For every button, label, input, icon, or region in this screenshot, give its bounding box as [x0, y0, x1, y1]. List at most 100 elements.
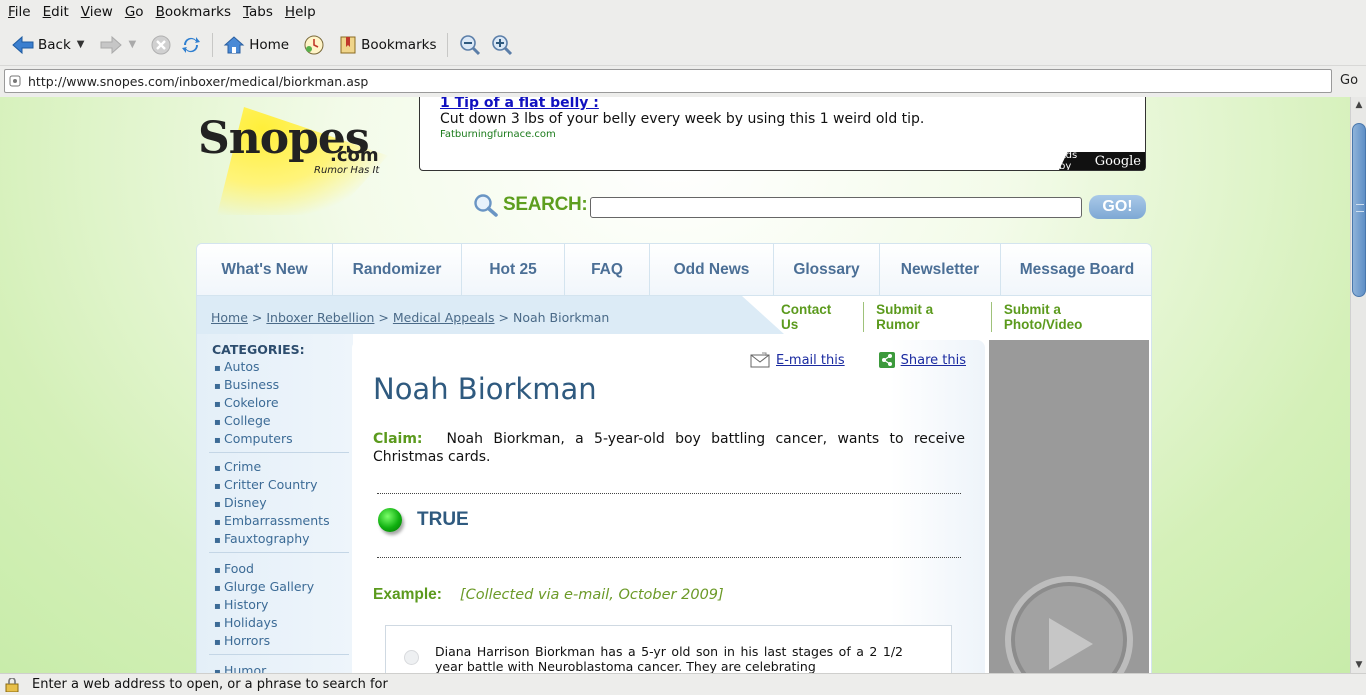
category-horrors[interactable]: Horrors [214, 632, 314, 650]
ad-url-link[interactable]: Fatburningfurnace.com [440, 129, 556, 140]
breadcrumb-home[interactable]: Home [211, 310, 248, 325]
category-holidays[interactable]: Holidays [214, 614, 314, 632]
category-crime[interactable]: Crime [214, 458, 330, 476]
main-content-wrapper: What's New Randomizer Hot 25 FAQ Odd New… [196, 243, 1152, 673]
claim-block: Claim: Noah Biorkman, a 5-year-old boy ba… [373, 430, 965, 466]
stop-button[interactable] [146, 29, 176, 61]
menu-go-accesskey: G [124, 4, 136, 20]
logo-dotcom: .com [330, 145, 379, 166]
tab-newsletter[interactable]: Newsletter [880, 244, 1001, 296]
bookmarks-button[interactable]: Bookmarks [335, 29, 440, 61]
ad-title-link[interactable]: 1 Tip of a flat belly : [440, 97, 599, 111]
navigation-toolbar: Back ▼ ▼ Home Bookmarks [0, 24, 1366, 66]
utility-links: Contact Us Submit a Rumor Submit a Photo… [777, 302, 1151, 332]
reload-button[interactable] [176, 29, 206, 61]
go-button[interactable]: Go [1340, 73, 1358, 88]
category-embarrassments[interactable]: Embarrassments [214, 512, 330, 530]
category-disney[interactable]: Disney [214, 494, 330, 512]
back-arrow-icon [12, 35, 34, 54]
submit-rumor-link[interactable]: Submit a Rumor [864, 302, 992, 332]
menu-edit[interactable]: Edit [37, 4, 75, 20]
category-autos[interactable]: Autos [214, 358, 293, 376]
zoom-in-button[interactable] [486, 29, 518, 61]
snopes-logo[interactable]: Snopes .com Rumor Has It [196, 97, 418, 215]
menu-bookmarks-accesskey: B [155, 4, 165, 20]
url-input[interactable] [28, 73, 1308, 89]
vertical-scrollbar[interactable]: ▲ ▼ [1350, 97, 1366, 673]
scrollbar-thumb[interactable] [1352, 123, 1366, 297]
category-group-3: Food Glurge Gallery History Holidays Hor… [214, 560, 314, 650]
toolbar-separator [446, 32, 448, 57]
article-actions: E-mail this Share this [750, 352, 966, 368]
category-food[interactable]: Food [214, 560, 314, 578]
site-search-go-button[interactable]: GO! [1089, 195, 1146, 219]
breadcrumb-inboxer-rebellion[interactable]: Inboxer Rebellion [266, 310, 374, 325]
category-humor[interactable]: Humor [214, 662, 266, 673]
video-ad-panel[interactable] [989, 340, 1149, 673]
ads-by-label: Ads by [1059, 150, 1078, 172]
tab-whats-new[interactable]: What's New [197, 244, 333, 296]
google-ad-box: 1 Tip of a flat belly : Cut down 3 lbs o… [419, 97, 1146, 171]
category-history[interactable]: History [214, 596, 314, 614]
category-college[interactable]: College [214, 412, 293, 430]
breadcrumb-separator: > [498, 310, 509, 325]
back-button[interactable]: Back ▼ [8, 29, 88, 61]
history-button[interactable] [299, 29, 329, 61]
menu-go[interactable]: Go [119, 4, 150, 20]
tab-faq[interactable]: FAQ [565, 244, 650, 296]
category-business[interactable]: Business [214, 376, 293, 394]
menu-edit-accesskey: E [42, 4, 52, 20]
menu-help[interactable]: Help [279, 4, 322, 20]
tab-odd-news[interactable]: Odd News [650, 244, 774, 296]
article-title: Noah Biorkman [373, 372, 597, 406]
email-envelope-icon [750, 352, 770, 368]
menu-view[interactable]: View [75, 4, 119, 20]
back-button-label: Back [38, 36, 71, 53]
claim-label: Claim: [373, 431, 423, 447]
zoom-out-button[interactable] [454, 29, 486, 61]
tab-glossary[interactable]: Glossary [774, 244, 880, 296]
submit-photo-video-link[interactable]: Submit a Photo/Video [992, 302, 1151, 332]
scroll-up-arrow-icon[interactable]: ▲ [1352, 98, 1366, 112]
menu-bar: File Edit View Go Bookmarks Tabs Help [0, 0, 1366, 24]
menu-edit-label: dit [51, 4, 69, 20]
forward-button[interactable]: ▼ [96, 29, 140, 61]
location-bar[interactable] [4, 69, 1332, 93]
tab-hot-25[interactable]: Hot 25 [462, 244, 565, 296]
site-search-input[interactable] [590, 197, 1082, 218]
breadcrumb-medical-appeals[interactable]: Medical Appeals [393, 310, 495, 325]
menu-view-label: iew [89, 4, 113, 20]
tab-message-board[interactable]: Message Board [1001, 244, 1151, 296]
scroll-down-arrow-icon[interactable]: ▼ [1352, 658, 1366, 672]
share-this-link[interactable]: Share this [901, 353, 966, 368]
status-text: Enter a web address to open, or a phrase… [32, 677, 388, 692]
menu-bookmarks-label: ookmarks [164, 4, 231, 20]
ad-text: Cut down 3 lbs of your belly every week … [440, 111, 925, 127]
email-this-link[interactable]: E-mail this [776, 353, 845, 368]
tab-randomizer[interactable]: Randomizer [333, 244, 462, 296]
menu-file[interactable]: File [2, 4, 37, 20]
category-computers[interactable]: Computers [214, 430, 293, 448]
play-triangle-icon [1049, 618, 1093, 670]
contact-us-link[interactable]: Contact Us [777, 302, 865, 332]
home-button[interactable]: Home [219, 29, 293, 61]
breadcrumb-current: Noah Biorkman [512, 310, 610, 325]
category-cokelore[interactable]: Cokelore [214, 394, 293, 412]
magnifier-icon [474, 194, 498, 217]
category-group-4: Humor [214, 662, 266, 673]
category-divider [209, 552, 349, 553]
category-fauxtography[interactable]: Fauxtography [214, 530, 330, 548]
category-critter-country[interactable]: Critter Country [214, 476, 330, 494]
forward-history-dropdown-icon[interactable]: ▼ [128, 39, 136, 50]
menu-tabs[interactable]: Tabs [237, 4, 279, 20]
menu-bookmarks[interactable]: Bookmarks [150, 4, 237, 20]
back-history-dropdown-icon[interactable]: ▼ [77, 39, 85, 50]
location-bar-row: Go [0, 66, 1366, 97]
category-glurge-gallery[interactable]: Glurge Gallery [214, 578, 314, 596]
site-search-label: SEARCH: [473, 193, 588, 217]
example-quote-box: Diana Harrison Biorkman has a 5-yr old s… [385, 625, 952, 673]
ads-by-google-badge[interactable]: Ads by Google [1059, 152, 1145, 170]
categories-heading: CATEGORIES: [212, 342, 305, 357]
example-block: Example: [Collected via e-mail, October 2… [373, 586, 724, 604]
category-divider [209, 654, 349, 655]
